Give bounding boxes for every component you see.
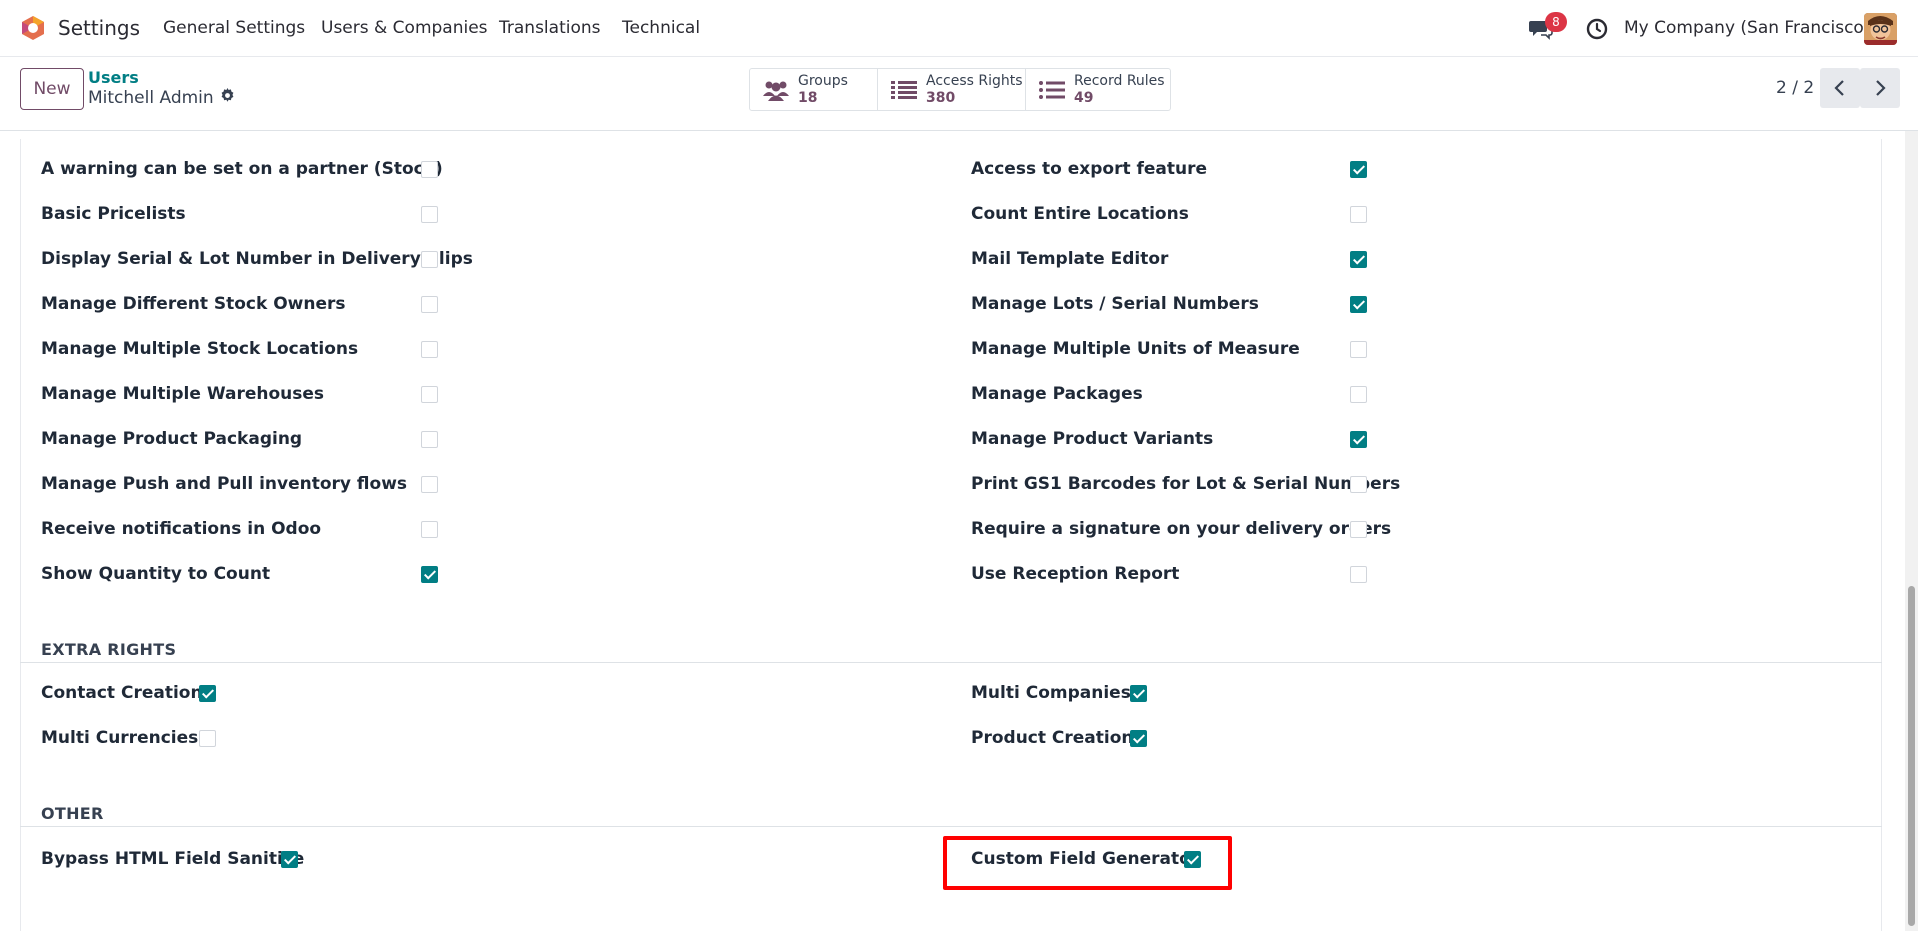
checkbox-show-quantity-count[interactable] — [421, 566, 438, 583]
access-rights-smart-button[interactable]: Access Rights 380 — [878, 69, 1026, 110]
field-label: Manage Different Stock Owners — [41, 294, 346, 314]
field-label: Access to export feature — [971, 159, 1208, 179]
vertical-scrollbar[interactable] — [1905, 131, 1918, 931]
pager-next-button[interactable] — [1860, 68, 1900, 108]
checkbox-multiple-uom[interactable] — [1350, 341, 1367, 358]
field-label: Multi Currencies — [41, 728, 199, 748]
access-rights-count: 380 — [926, 89, 956, 106]
highlight-annotation — [943, 836, 1232, 890]
access-rights-label: Access Rights — [926, 72, 1023, 89]
checkbox-mail-template-editor[interactable] — [1350, 251, 1367, 268]
section-title-other: OTHER — [41, 804, 104, 823]
section-title-extra-rights: EXTRA RIGHTS — [41, 640, 177, 659]
field-label: Require a signature on your delivery ord… — [971, 519, 1392, 539]
checkbox-product-packaging[interactable] — [421, 431, 438, 448]
smart-buttons: Groups 18 Access Rights 380 Record Rules… — [749, 68, 1171, 111]
field-label: Manage Multiple Units of Measure — [971, 339, 1300, 359]
breadcrumb-current: Mitchell Admin — [88, 88, 235, 108]
scrollbar-thumb[interactable] — [1908, 586, 1915, 926]
app-name[interactable]: Settings — [58, 16, 140, 40]
user-avatar[interactable] — [1864, 13, 1897, 45]
field-label: Display Serial & Lot Number in Delivery … — [41, 249, 473, 269]
checkbox-push-pull-flows[interactable] — [421, 476, 438, 493]
field-label: Bypass HTML Field Sanitize — [41, 849, 305, 869]
checkbox-count-entire-locations[interactable] — [1350, 206, 1367, 223]
field-label: Manage Packages — [971, 384, 1143, 404]
pager-previous-button[interactable] — [1820, 68, 1860, 108]
checkbox-reception-report[interactable] — [1350, 566, 1367, 583]
odoo-app-icon[interactable] — [20, 15, 46, 41]
list-icon — [1038, 78, 1066, 102]
checkbox-warning-partner-stock[interactable] — [421, 161, 438, 178]
menu-users-companies[interactable]: Users & Companies — [321, 18, 488, 38]
field-label: Manage Product Variants — [971, 429, 1214, 449]
field-label: Count Entire Locations — [971, 204, 1189, 224]
messages-count-badge: 8 — [1545, 12, 1567, 32]
groups-label: Groups — [798, 72, 848, 89]
field-label: Manage Lots / Serial Numbers — [971, 294, 1259, 314]
record-name: Mitchell Admin — [88, 88, 214, 108]
checkbox-basic-pricelists[interactable] — [421, 206, 438, 223]
field-label: Use Reception Report — [971, 564, 1180, 584]
field-label: Show Quantity to Count — [41, 564, 271, 584]
users-icon — [762, 78, 790, 102]
section-divider — [20, 826, 1882, 827]
field-label: Contact Creation — [41, 683, 203, 703]
menu-technical[interactable]: Technical — [622, 18, 700, 38]
field-label: Basic Pricelists — [41, 204, 186, 224]
field-label: Manage Product Packaging — [41, 429, 303, 449]
checkbox-manage-packages[interactable] — [1350, 386, 1367, 403]
checkbox-gs1-barcodes[interactable] — [1350, 476, 1367, 493]
chevron-right-icon — [1876, 80, 1886, 96]
list-icon — [890, 78, 918, 102]
field-label: Print GS1 Barcodes for Lot & Serial Numb… — [971, 474, 1401, 494]
checkbox-lots-serial-numbers[interactable] — [1350, 296, 1367, 313]
checkbox-bypass-html-sanitize[interactable] — [281, 851, 298, 868]
field-label: Manage Multiple Stock Locations — [41, 339, 359, 359]
checkbox-delivery-signature[interactable] — [1350, 521, 1367, 538]
field-label: Mail Template Editor — [971, 249, 1169, 269]
record-rules-label: Record Rules — [1074, 72, 1165, 89]
section-divider — [20, 662, 1882, 663]
field-label: A warning can be set on a partner (Stock… — [41, 159, 443, 179]
menu-translations[interactable]: Translations — [499, 18, 601, 38]
checkbox-contact-creation[interactable] — [199, 685, 216, 702]
record-rules-smart-button[interactable]: Record Rules 49 — [1026, 69, 1170, 110]
groups-smart-button[interactable]: Groups 18 — [750, 69, 878, 110]
control-panel: New Users Mitchell Admin Groups 18 Acces… — [0, 57, 1918, 131]
record-rules-count: 49 — [1074, 89, 1094, 106]
checkbox-display-serial-lot[interactable] — [421, 251, 438, 268]
groups-count: 18 — [798, 89, 818, 106]
checkbox-multi-companies[interactable] — [1130, 685, 1147, 702]
new-button[interactable]: New — [20, 68, 84, 110]
breadcrumb-users-link[interactable]: Users — [88, 68, 139, 87]
pager-value[interactable]: 2 / 2 — [1776, 78, 1814, 98]
chevron-left-icon — [1834, 80, 1844, 96]
field-label: Receive notifications in Odoo — [41, 519, 322, 539]
checkbox-export-feature[interactable] — [1350, 161, 1367, 178]
checkbox-multi-currencies[interactable] — [199, 730, 216, 747]
field-label: Product Creation — [971, 728, 1134, 748]
field-label: Manage Push and Pull inventory flows — [41, 474, 408, 494]
checkbox-multiple-warehouses[interactable] — [421, 386, 438, 403]
field-label: Multi Companies — [971, 683, 1131, 703]
top-navbar: Settings General Settings Users & Compan… — [0, 0, 1918, 57]
checkbox-multiple-stock-locations[interactable] — [421, 341, 438, 358]
checkbox-notifications-odoo[interactable] — [421, 521, 438, 538]
gear-icon[interactable] — [220, 88, 235, 108]
clock-icon[interactable] — [1584, 16, 1610, 42]
field-label: Manage Multiple Warehouses — [41, 384, 325, 404]
checkbox-product-creation[interactable] — [1130, 730, 1147, 747]
company-switcher[interactable]: My Company (San Francisco) — [1624, 18, 1870, 38]
checkbox-product-variants[interactable] — [1350, 431, 1367, 448]
checkbox-different-stock-owners[interactable] — [421, 296, 438, 313]
menu-general-settings[interactable]: General Settings — [163, 18, 305, 38]
